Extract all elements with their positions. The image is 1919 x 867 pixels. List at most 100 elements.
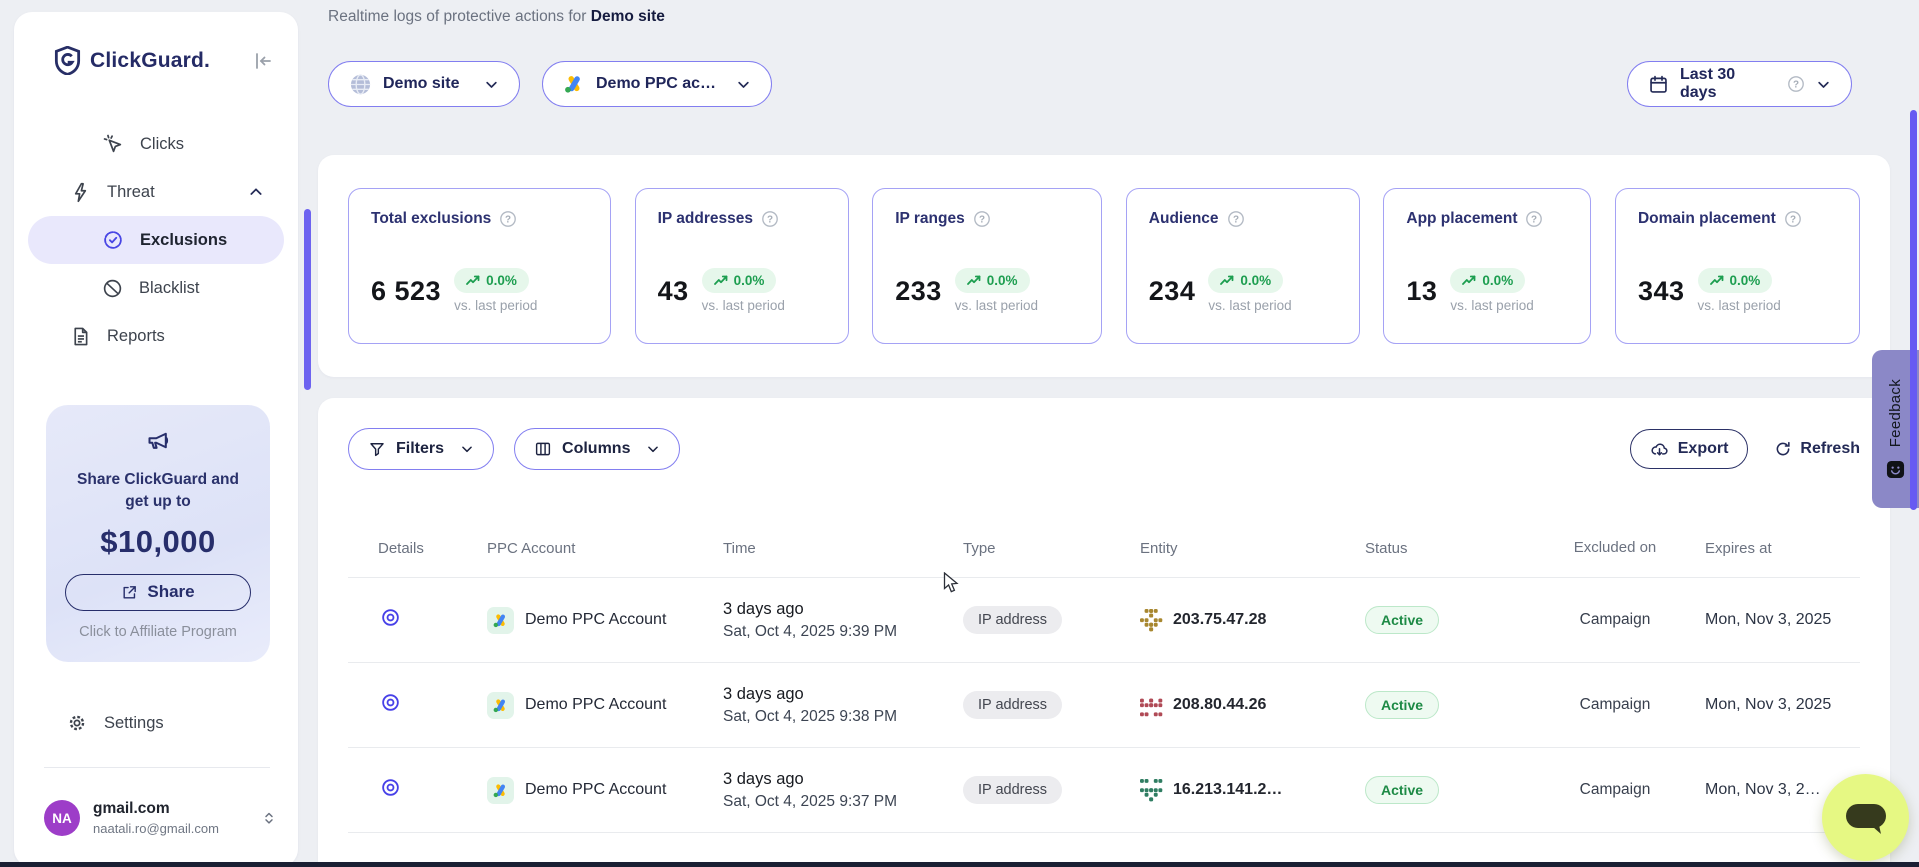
help-icon[interactable]: ?: [761, 210, 779, 228]
help-icon[interactable]: ?: [1525, 210, 1543, 228]
excluded-on-cell: Campaign: [1555, 611, 1675, 629]
stat-delta-value: 0.0%: [734, 273, 765, 288]
stat-delta-block: 0.0% vs. last period: [702, 268, 785, 313]
sidebar-item-label: Exclusions: [140, 231, 227, 250]
google-ads-icon: [487, 692, 514, 719]
stat-delta-note: vs. last period: [955, 298, 1038, 313]
time-absolute: Sat, Oct 4, 2025 9:39 PM: [723, 623, 963, 641]
affiliate-link[interactable]: Click to Affiliate Program: [46, 624, 270, 640]
ppc-account-name: Demo PPC Account: [525, 696, 666, 714]
google-ads-icon: [487, 607, 514, 634]
col-header-expires[interactable]: Expires at: [1675, 540, 1860, 557]
status-badge: Active: [1365, 776, 1439, 804]
help-icon[interactable]: ?: [1784, 210, 1802, 228]
help-icon[interactable]: ?: [973, 210, 991, 228]
badge-check-icon: [102, 229, 124, 251]
page-scrollbar[interactable]: [1910, 110, 1917, 510]
time-absolute: Sat, Oct 4, 2025 9:38 PM: [723, 708, 963, 726]
site-selector[interactable]: Demo site: [328, 61, 520, 107]
col-header-excluded-on[interactable]: Excluded on: [1555, 538, 1675, 558]
view-details-eye-icon[interactable]: [380, 777, 401, 798]
subtitle-text: Realtime logs of protective actions for: [328, 8, 586, 25]
stat-delta-badge: 0.0%: [1208, 268, 1283, 293]
export-label: Export: [1678, 440, 1729, 458]
stat-label: Total exclusions: [371, 210, 491, 228]
table-header-row: Details PPC Account Time Type Entity Sta…: [348, 520, 1860, 578]
type-cell: IP address: [963, 606, 1140, 634]
stat-card-title: Audience ?: [1149, 210, 1337, 228]
help-icon[interactable]: ?: [1227, 210, 1245, 228]
chevron-down-icon: [484, 77, 499, 92]
page-subtitle: Realtime logs of protective actions for …: [328, 8, 665, 26]
export-button[interactable]: Export: [1630, 429, 1749, 469]
sidebar-item-reports[interactable]: Reports: [14, 312, 298, 360]
sidebar: ClickGuard. Clicks Threat Exclusions: [14, 12, 298, 867]
columns-label: Columns: [562, 440, 630, 458]
sidebar-item-exclusions[interactable]: Exclusions: [28, 216, 284, 264]
chat-launcher-button[interactable]: [1822, 774, 1909, 861]
sidebar-scrollbar[interactable]: [304, 209, 311, 390]
ppc-account-cell: Demo PPC Account: [487, 692, 723, 719]
stat-cards: Total exclusions ? 6 523 0.0% vs. last p…: [348, 188, 1860, 344]
svg-text:?: ?: [1531, 215, 1537, 226]
sidebar-item-blacklist[interactable]: Blacklist: [14, 264, 298, 312]
divider: [44, 767, 270, 768]
time-relative: 3 days ago: [723, 770, 963, 789]
chevron-down-icon: [460, 442, 474, 456]
avatar: NA: [44, 800, 80, 836]
ppc-account-name: Demo PPC Account: [525, 611, 666, 629]
sidebar-item-threat[interactable]: Threat: [14, 168, 298, 216]
brand-name: ClickGuard.: [90, 49, 210, 73]
view-details-eye-icon[interactable]: [380, 607, 401, 628]
globe-icon: [349, 73, 372, 96]
lightning-icon: [70, 182, 91, 203]
date-range-selector[interactable]: Last 30 days ?: [1627, 61, 1852, 107]
settings-label: Settings: [104, 714, 164, 733]
expires-cell: Mon, Nov 3, 2025: [1675, 611, 1860, 629]
cloud-download-icon: [1650, 440, 1669, 459]
ppc-account-selector-value: Demo PPC ac…: [596, 75, 716, 93]
columns-button[interactable]: Columns: [514, 428, 680, 470]
col-header-status[interactable]: Status: [1365, 540, 1555, 557]
calendar-icon: [1648, 74, 1669, 95]
status-cell: Active: [1365, 691, 1555, 719]
svg-text:?: ?: [1793, 80, 1799, 91]
stat-delta-badge: 0.0%: [702, 268, 777, 293]
time-relative: 3 days ago: [723, 685, 963, 704]
stat-card: App placement ? 13 0.0% vs. last period: [1383, 188, 1591, 344]
ppc-account-selector[interactable]: Demo PPC ac…: [542, 61, 772, 107]
excluded-on-cell: Campaign: [1555, 781, 1675, 799]
time-cell: 3 days ago Sat, Oct 4, 2025 9:38 PM: [723, 685, 963, 726]
document-icon: [70, 326, 91, 347]
expires-cell: Mon, Nov 3, 2025: [1675, 696, 1860, 714]
stat-delta-value: 0.0%: [1730, 273, 1761, 288]
user-name: gmail.com: [93, 800, 219, 818]
entity-value: 16.213.141.2…: [1173, 781, 1282, 799]
stat-delta-note: vs. last period: [702, 298, 785, 313]
col-header-account[interactable]: PPC Account: [487, 540, 723, 557]
filters-button[interactable]: Filters: [348, 428, 494, 470]
stat-card-title: Total exclusions ?: [371, 210, 588, 228]
feedback-label: Feedback: [1887, 379, 1904, 447]
view-details-eye-icon[interactable]: [380, 692, 401, 713]
stat-card-title: App placement ?: [1406, 210, 1568, 228]
sidebar-item-clicks[interactable]: Clicks: [14, 120, 298, 168]
type-badge: IP address: [963, 691, 1062, 719]
table-toolbar: Filters Columns Export Refresh: [348, 428, 1860, 470]
filters-label: Filters: [396, 440, 444, 458]
stat-value: 343: [1638, 276, 1685, 307]
col-header-entity[interactable]: Entity: [1140, 540, 1365, 557]
refresh-button[interactable]: Refresh: [1774, 440, 1860, 458]
col-header-type[interactable]: Type: [963, 540, 1140, 557]
user-menu[interactable]: NA gmail.com naatali.ro@gmail.com: [44, 800, 278, 836]
sidebar-item-settings[interactable]: Settings: [14, 712, 298, 734]
col-header-details[interactable]: Details: [348, 540, 487, 557]
promo-heading: Share ClickGuard and get up to: [46, 469, 270, 514]
share-button[interactable]: Share: [65, 574, 251, 611]
stat-label: Audience: [1149, 210, 1219, 228]
col-header-time[interactable]: Time: [723, 540, 963, 557]
sidebar-collapse-icon[interactable]: [252, 50, 274, 72]
sidebar-item-label: Clicks: [140, 135, 184, 154]
help-icon[interactable]: ?: [499, 210, 517, 228]
svg-text:?: ?: [767, 215, 773, 226]
